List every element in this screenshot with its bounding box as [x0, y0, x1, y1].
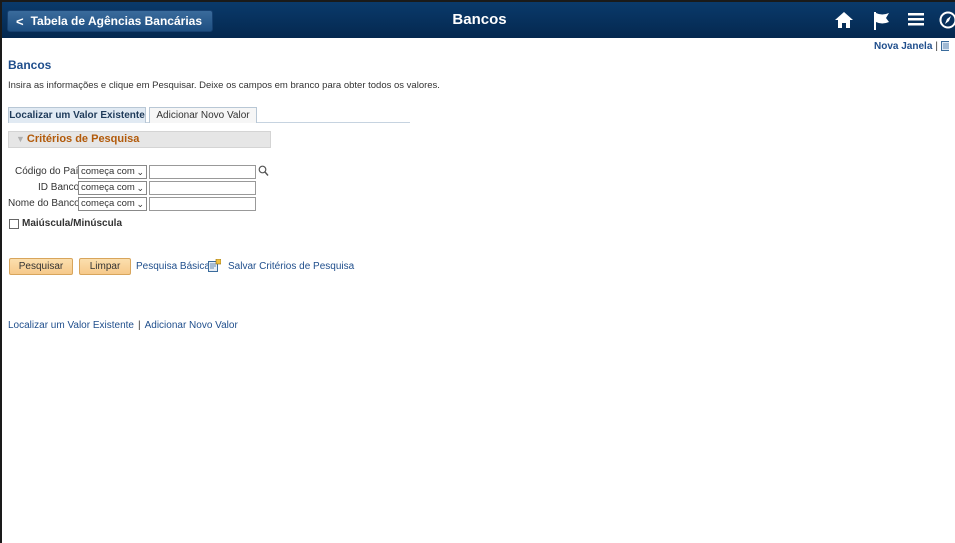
- clear-button[interactable]: Limpar: [79, 258, 131, 275]
- field-row-country: Código do País começa com ⌄: [0, 165, 300, 179]
- page-header-title: Bancos: [452, 11, 507, 28]
- save-criteria-icon[interactable]: [208, 258, 222, 275]
- flag-icon[interactable]: [873, 11, 891, 34]
- search-button[interactable]: Pesquisar: [9, 258, 73, 275]
- tab-find-existing[interactable]: Localizar um Valor Existente: [8, 107, 146, 123]
- lookup-search-icon[interactable]: [258, 165, 269, 180]
- instructions-text: Insira as informações e clique em Pesqui…: [8, 80, 440, 91]
- navbar-icon[interactable]: [939, 11, 955, 32]
- chevron-down-icon: ⌄: [136, 167, 144, 177]
- header-banner: < Tabela de Agências Bancárias Bancos: [2, 2, 955, 38]
- field-row-bank-id: ID Banco começa com ⌄: [0, 181, 300, 195]
- country-code-input[interactable]: [149, 165, 256, 179]
- tab-add-new-label: Adicionar Novo Valor: [156, 110, 250, 121]
- country-code-operator-value: começa com: [81, 166, 135, 177]
- top-links: Nova Janela |: [874, 41, 949, 52]
- save-criteria-link[interactable]: Salvar Critérios de Pesquisa: [228, 261, 354, 272]
- bottom-find-existing-link[interactable]: Localizar um Valor Existente: [8, 320, 134, 331]
- new-window-link[interactable]: Nova Janela: [874, 41, 932, 52]
- field-row-bank-name: Nome do Banco começa com ⌄: [0, 197, 300, 211]
- menu-icon[interactable]: [908, 11, 924, 30]
- bank-name-input[interactable]: [149, 197, 256, 211]
- bank-id-operator-select[interactable]: começa com ⌄: [78, 181, 147, 195]
- bank-id-label: ID Banco: [38, 182, 80, 193]
- search-criteria-header[interactable]: ▼ Critérios de Pesquisa: [8, 131, 271, 148]
- country-code-operator-select[interactable]: começa com ⌄: [78, 165, 147, 179]
- bottom-links-separator: |: [137, 320, 141, 331]
- case-sensitive-label: Maiúscula/Minúscula: [22, 218, 123, 229]
- chevron-down-icon: ⌄: [136, 183, 144, 193]
- bank-id-operator-value: começa com: [81, 182, 135, 193]
- bank-name-operator-select[interactable]: começa com ⌄: [78, 197, 147, 211]
- case-sensitive-row: Maiúscula/Minúscula: [9, 218, 122, 229]
- chevron-down-icon: ⌄: [136, 199, 144, 209]
- country-code-label: Código do País: [15, 166, 84, 177]
- bank-name-operator-value: começa com: [81, 198, 135, 209]
- basic-search-link[interactable]: Pesquisa Básica: [136, 261, 210, 272]
- help-icon[interactable]: [941, 41, 949, 52]
- home-icon[interactable]: [834, 11, 854, 32]
- tab-add-new[interactable]: Adicionar Novo Valor: [149, 107, 257, 123]
- bottom-links: Localizar um Valor Existente | Adicionar N…: [8, 320, 238, 331]
- search-criteria-title: Critérios de Pesquisa: [26, 133, 140, 145]
- tab-bar: Localizar um Valor Existente Adicionar N…: [8, 107, 410, 123]
- top-links-separator: |: [935, 41, 938, 52]
- bank-id-input[interactable]: [149, 181, 256, 195]
- bank-name-label: Nome do Banco: [8, 198, 80, 209]
- case-sensitive-checkbox[interactable]: [9, 218, 19, 229]
- page-title: Bancos: [8, 58, 52, 72]
- collapse-triangle-icon: ▼: [16, 134, 25, 144]
- bottom-add-new-link[interactable]: Adicionar Novo Valor: [145, 320, 238, 331]
